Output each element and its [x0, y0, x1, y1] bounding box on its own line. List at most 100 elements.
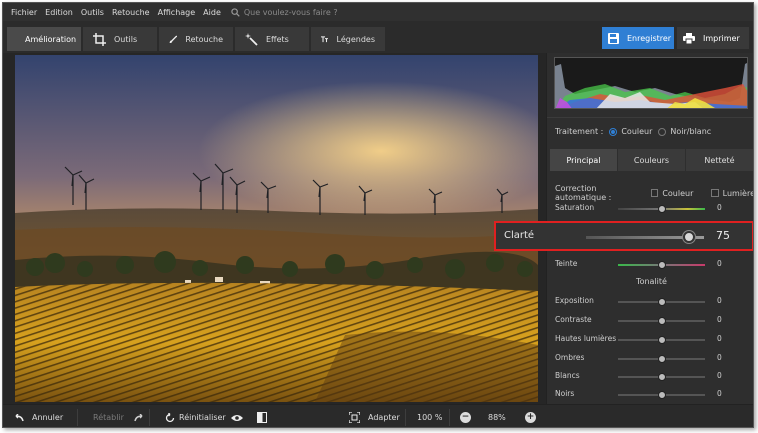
tab-label: Outils [114, 34, 138, 44]
histogram [554, 57, 748, 109]
section-tonalite: Tonalité [636, 277, 667, 286]
slider-knob[interactable] [657, 317, 666, 325]
checkbox-lumiere[interactable] [711, 189, 719, 197]
save-button[interactable]: Enregistrer [602, 27, 674, 49]
slider-label: Ombres [555, 353, 585, 362]
tab-nettete[interactable]: Netteté [686, 149, 753, 171]
zoom-out-button[interactable]: − [460, 405, 471, 427]
search-box[interactable]: Que voulez-vous faire ? [231, 8, 338, 17]
tool-tabs: Amélioration Outils Retouche Effets Lége… [7, 27, 387, 51]
menu-outils[interactable]: Outils [77, 8, 108, 17]
slider-track[interactable] [618, 317, 705, 325]
zoom-100-label: 100 % [417, 413, 443, 422]
treatment-label: Traitement : [555, 127, 604, 136]
slider-track[interactable] [618, 355, 705, 363]
panel-tabs: Principal Couleurs Netteté [550, 149, 753, 171]
redo-icon [134, 413, 143, 421]
compare-button[interactable] [257, 405, 267, 427]
slider-knob[interactable] [657, 298, 666, 306]
minus-icon: − [460, 412, 471, 423]
reset-icon [165, 412, 175, 422]
menu-bar: Fichier Edition Outils Retouche Affichag… [3, 3, 753, 21]
tab-label: Effets [266, 34, 289, 44]
slider-knob[interactable] [657, 336, 666, 344]
undo-icon [15, 413, 24, 421]
slider-track[interactable] [618, 336, 705, 344]
undo-button[interactable]: Annuler [13, 405, 64, 427]
tab-retouche[interactable]: Retouche [159, 27, 233, 51]
slider-label: Hautes lumières [555, 334, 617, 343]
magic-wand-icon [245, 32, 258, 46]
radio-noir-blanc-label[interactable]: Noir/blanc [670, 127, 711, 136]
panel-divider [547, 117, 753, 118]
checkbox-couleur[interactable] [651, 189, 659, 197]
menu-aide[interactable]: Aide [199, 8, 225, 17]
slider-track[interactable] [618, 261, 705, 269]
slider-knob[interactable] [657, 373, 666, 381]
slider-track[interactable] [618, 373, 705, 381]
tab-principal[interactable]: Principal [550, 149, 617, 171]
menu-fichier[interactable]: Fichier [7, 8, 41, 17]
slider-hautes-lumieres: Hautes lumières 0 [555, 334, 753, 346]
slider-value: 0 [717, 296, 722, 305]
callout-slider-track[interactable] [586, 231, 704, 243]
menu-affichage[interactable]: Affichage [154, 8, 200, 17]
tab-outils[interactable]: Outils [83, 27, 157, 51]
slider-track[interactable] [618, 391, 705, 399]
radio-couleur-label[interactable]: Couleur [621, 127, 652, 136]
zoom-in-button[interactable]: + [525, 405, 536, 427]
search-icon [231, 7, 240, 17]
slider-teinte: Teinte 0 [555, 259, 753, 271]
menu-retouche[interactable]: Retouche [108, 8, 154, 17]
tab-amelioration[interactable]: Amélioration [7, 27, 81, 51]
slider-value: 0 [717, 371, 722, 380]
zoom-100-button[interactable]: 100 % [417, 405, 443, 427]
radio-noir-blanc[interactable] [658, 127, 667, 136]
undo-label: Annuler [32, 413, 64, 422]
auto-correction-row: Correction automatique : Couleur Lumière [555, 184, 753, 202]
slider-knob[interactable] [657, 391, 666, 399]
slider-label: Teinte [555, 259, 578, 268]
slider-knob[interactable] [657, 355, 666, 363]
menu-edition[interactable]: Edition [41, 8, 77, 17]
checkbox-lumiere-label[interactable]: Lumière [723, 189, 753, 198]
slider-knob[interactable] [657, 261, 666, 269]
brush-icon [169, 35, 178, 43]
slider-value: 0 [717, 315, 722, 324]
photo-preview[interactable] [15, 55, 538, 402]
fit-screen-icon [349, 412, 360, 423]
separator [405, 409, 406, 426]
slider-saturation: Saturation 0 [555, 203, 753, 215]
eye-icon [231, 414, 243, 421]
checkbox-couleur-label[interactable]: Couleur [662, 189, 693, 198]
slider-knob[interactable] [657, 205, 666, 213]
printer-icon [683, 32, 695, 44]
tab-label: Retouche [185, 34, 223, 44]
redo-button[interactable]: Rétablir [93, 405, 145, 427]
slider-label: Saturation [555, 203, 595, 212]
tab-legendes[interactable]: Légendes [311, 27, 385, 51]
save-label: Enregistrer [627, 33, 672, 43]
reset-button[interactable]: Réinitialiser [165, 405, 226, 427]
slider-label: Exposition [555, 296, 594, 305]
radio-couleur[interactable] [609, 127, 618, 136]
print-button[interactable]: Imprimer [677, 27, 749, 49]
clarte-callout: Clarté 75 [494, 221, 753, 251]
text-icon [321, 35, 328, 42]
print-label: Imprimer [703, 33, 740, 43]
reset-label: Réinitialiser [179, 413, 226, 422]
preview-toggle-button[interactable] [231, 405, 243, 427]
treatment-row: Traitement : Couleur Noir/blanc [555, 127, 753, 136]
slider-value: 0 [717, 353, 722, 362]
slider-blancs: Blancs 0 [555, 371, 753, 383]
compare-icon [257, 412, 267, 423]
slider-label: Contraste [555, 315, 592, 324]
crop-icon [93, 32, 106, 46]
tab-couleurs[interactable]: Couleurs [618, 149, 685, 171]
tab-effets[interactable]: Effets [235, 27, 309, 51]
slider-track[interactable] [618, 205, 705, 213]
separator [449, 409, 450, 426]
slider-track[interactable] [618, 298, 705, 306]
callout-slider-knob[interactable] [683, 231, 696, 243]
fit-button[interactable]: Adapter [349, 405, 400, 427]
